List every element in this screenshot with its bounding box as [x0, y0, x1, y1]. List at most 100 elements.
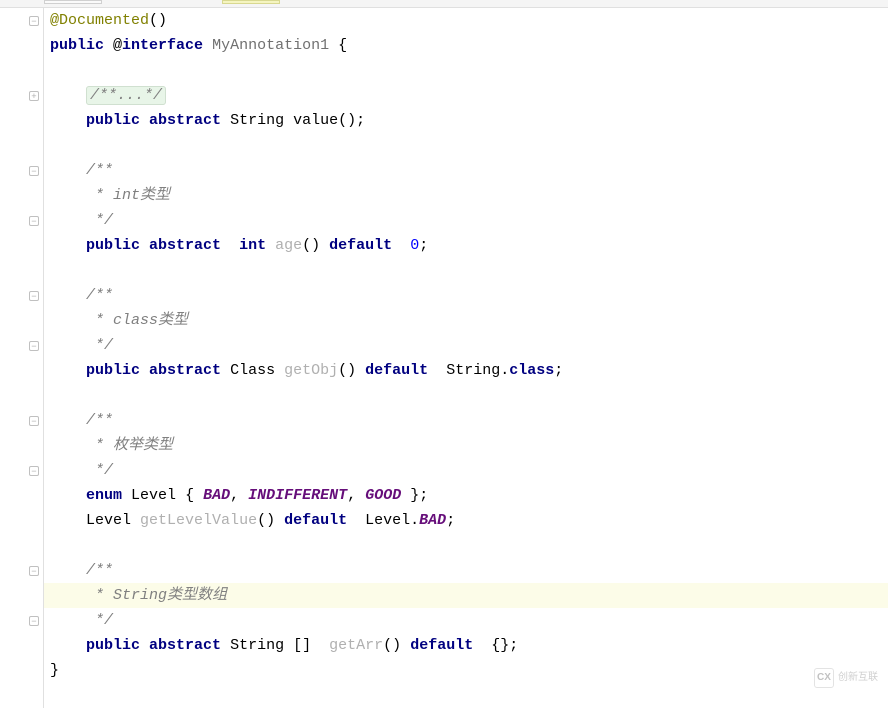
code-line[interactable]: public abstract int age() default 0;: [50, 233, 888, 258]
fold-icon[interactable]: −: [29, 566, 39, 576]
code-line[interactable]: public abstract String [] getArr() defau…: [50, 633, 888, 658]
gutter[interactable]: − + − − − − − − − −: [0, 8, 44, 708]
tail: ();: [338, 112, 365, 129]
editor-container: − + − − − − − − − − @Documented() public…: [0, 8, 888, 708]
javadoc-close: */: [86, 212, 113, 229]
code-line[interactable]: [50, 533, 888, 558]
javadoc-close: */: [86, 612, 113, 629]
javadoc-close: */: [86, 462, 113, 479]
method-name: getArr: [329, 637, 383, 654]
code-area[interactable]: @Documented() public @interface MyAnnota…: [44, 8, 888, 708]
keyword-class: class: [509, 362, 554, 379]
fold-icon[interactable]: −: [29, 16, 39, 26]
type: String: [446, 362, 500, 379]
type: String: [230, 112, 284, 129]
enum-name: Level: [131, 487, 176, 504]
fold-icon[interactable]: −: [29, 466, 39, 476]
method-name: value: [293, 112, 338, 129]
code-line[interactable]: */: [50, 208, 888, 233]
dot: .: [410, 512, 419, 529]
keyword-abstract: abstract: [149, 112, 221, 129]
keyword-public: public: [86, 237, 140, 254]
method-name: age: [275, 237, 302, 254]
semicolon: ;: [446, 512, 455, 529]
code-line[interactable]: * class类型: [50, 308, 888, 333]
parens: (): [257, 512, 275, 529]
comma: ,: [230, 487, 239, 504]
code-line[interactable]: */: [50, 333, 888, 358]
parens: (): [149, 12, 167, 29]
code-line[interactable]: }: [50, 658, 888, 683]
javadoc-body: * class类型: [86, 312, 188, 329]
code-line[interactable]: /**...*/: [50, 83, 888, 108]
brace: {: [338, 37, 347, 54]
code-line[interactable]: * 枚举类型: [50, 433, 888, 458]
code-line[interactable]: Level getLevelValue() default Level.BAD;: [50, 508, 888, 533]
code-line[interactable]: /**: [50, 408, 888, 433]
fold-icon[interactable]: −: [29, 166, 39, 176]
type: Class: [230, 362, 275, 379]
semicolon: ;: [419, 237, 428, 254]
expand-icon[interactable]: +: [29, 91, 39, 101]
empty-array: {}: [491, 637, 509, 654]
parens: (): [383, 637, 401, 654]
method-name: getLevelValue: [140, 512, 257, 529]
type: Level: [86, 512, 131, 529]
keyword-default: default: [329, 237, 392, 254]
code-line[interactable]: /**: [50, 283, 888, 308]
javadoc-open: /**: [86, 287, 113, 304]
code-line[interactable]: * String类型数组: [50, 583, 888, 608]
code-line[interactable]: @Documented(): [50, 8, 888, 33]
code-line[interactable]: public abstract Class getObj() default S…: [50, 358, 888, 383]
javadoc-open: /**: [86, 162, 113, 179]
folded-comment[interactable]: /**...*/: [86, 86, 166, 105]
editor-top-bar: [0, 0, 888, 8]
javadoc-open: /**: [86, 562, 113, 579]
fold-icon[interactable]: −: [29, 216, 39, 226]
keyword-public: public: [86, 112, 140, 129]
keyword-default: default: [410, 637, 473, 654]
method-name: getObj: [284, 362, 338, 379]
javadoc-body: * int类型: [86, 187, 170, 204]
brace-close: };: [410, 487, 428, 504]
at-sign: @: [113, 37, 122, 54]
enum-value: GOOD: [365, 487, 401, 504]
enum-value: BAD: [419, 512, 446, 529]
code-line[interactable]: [50, 258, 888, 283]
type: Level: [365, 512, 410, 529]
fold-icon[interactable]: −: [29, 616, 39, 626]
code-line[interactable]: /**: [50, 558, 888, 583]
code-line[interactable]: /**: [50, 158, 888, 183]
code-line[interactable]: public abstract String value();: [50, 108, 888, 133]
code-line[interactable]: [50, 58, 888, 83]
javadoc-body: * 枚举类型: [86, 437, 173, 454]
keyword-default: default: [284, 512, 347, 529]
code-line[interactable]: public @interface MyAnnotation1 {: [50, 33, 888, 58]
parens: (): [338, 362, 356, 379]
number-literal: 0: [410, 237, 419, 254]
keyword-abstract: abstract: [149, 237, 221, 254]
code-line[interactable]: * int类型: [50, 183, 888, 208]
fold-icon[interactable]: −: [29, 291, 39, 301]
type-name: MyAnnotation1: [212, 37, 329, 54]
breadcrumb-box-2: [222, 0, 280, 4]
keyword-abstract: abstract: [149, 637, 221, 654]
keyword-int: int: [239, 237, 266, 254]
breadcrumb-box-1: [44, 0, 102, 4]
javadoc-body: * String类型数组: [86, 587, 227, 604]
keyword-interface: interface: [122, 37, 203, 54]
keyword-public: public: [86, 362, 140, 379]
code-line[interactable]: [50, 383, 888, 408]
fold-icon[interactable]: −: [29, 341, 39, 351]
semicolon: ;: [509, 637, 518, 654]
close-brace: }: [50, 662, 59, 679]
keyword-public: public: [86, 637, 140, 654]
brace-open: {: [185, 487, 194, 504]
code-line[interactable]: enum Level { BAD, INDIFFERENT, GOOD };: [50, 483, 888, 508]
code-line[interactable]: */: [50, 458, 888, 483]
code-line[interactable]: [50, 133, 888, 158]
fold-icon[interactable]: −: [29, 416, 39, 426]
semicolon: ;: [554, 362, 563, 379]
dot: .: [500, 362, 509, 379]
code-line[interactable]: */: [50, 608, 888, 633]
